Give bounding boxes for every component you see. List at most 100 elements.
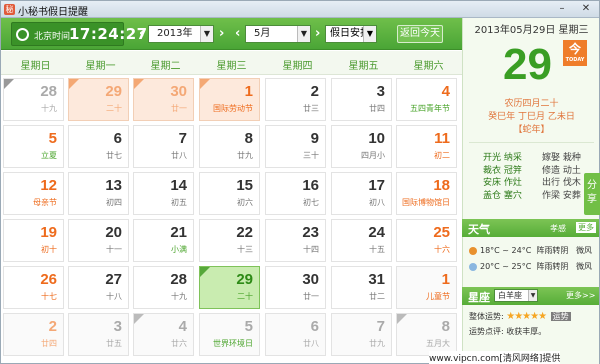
day-number: 28	[40, 83, 57, 100]
day-number: 2	[48, 318, 57, 335]
day-number: 2	[310, 83, 319, 100]
clock-icon	[16, 28, 29, 41]
day-cell[interactable]: 4 廿六	[133, 313, 194, 356]
day-cell[interactable]: 25 十六	[396, 219, 457, 262]
chevron-down-icon: ▼	[200, 26, 213, 42]
day-cell[interactable]: 14 初五	[133, 172, 194, 215]
weather-city[interactable]: 孝感	[550, 223, 566, 234]
day-cell[interactable]: 10 四月小	[331, 125, 392, 168]
comment-row: 运势点评: 收获丰厚。	[469, 326, 546, 337]
day-cell[interactable]: 11 初二	[396, 125, 457, 168]
holiday-select[interactable]: 假日安排 ▼	[325, 25, 377, 43]
share-tab[interactable]: 分享	[584, 173, 600, 215]
app-icon: 秘	[4, 4, 15, 15]
chevron-down-icon: ▼	[528, 290, 537, 301]
lunar-label: 廿八	[303, 339, 319, 348]
day-cell[interactable]: 5 世界环境日	[199, 313, 260, 356]
chevron-down-icon: ▼	[363, 26, 376, 42]
day-cell[interactable]: 6 廿八	[265, 313, 326, 356]
day-number: 8	[441, 318, 450, 335]
day-cell[interactable]: 22 十三	[199, 219, 260, 262]
lunar-label: 初六	[237, 198, 253, 207]
day-cell[interactable]: 2 廿三	[265, 78, 326, 121]
weather-desc: 阵雨转阴	[536, 262, 569, 271]
day-cell[interactable]: 30 廿一	[265, 266, 326, 309]
lunar-label: 小满	[171, 245, 187, 254]
day-cell[interactable]: 30 廿一	[133, 78, 194, 121]
day-number: 1	[244, 83, 253, 100]
day-cell[interactable]: 5 立夏	[3, 125, 64, 168]
day-cell[interactable]: 21 小满	[133, 219, 194, 262]
day-cell[interactable]: 8 廿九	[199, 125, 260, 168]
day-cell[interactable]: 31 廿二	[331, 266, 392, 309]
lunar-label: 廿九	[369, 339, 385, 348]
year-select[interactable]: 2013年 ▼	[148, 25, 214, 43]
day-cell[interactable]: 8 五月大	[396, 313, 457, 356]
big-day-number: 29	[503, 40, 552, 89]
ganzhi-date: 癸巳年 丁巳月 乙未日	[488, 112, 575, 122]
day-cell[interactable]: 6 廿七	[68, 125, 129, 168]
day-cell[interactable]: 28 十九	[3, 78, 64, 121]
day-cell[interactable]: 7 廿八	[133, 125, 194, 168]
day-cell[interactable]: 29 二十	[68, 78, 129, 121]
day-cell[interactable]: 19 初十	[3, 219, 64, 262]
chevron-down-icon: ▼	[297, 26, 310, 42]
day-cell[interactable]: 2 廿四	[3, 313, 64, 356]
constellation-header: 星座 白羊座 ▼ 更多>>	[462, 287, 599, 305]
day-cell[interactable]: 24 十五	[331, 219, 392, 262]
day-cell[interactable]: 7 廿九	[331, 313, 392, 356]
day-cell[interactable]: 4 五四青年节	[396, 78, 457, 121]
back-to-today-button[interactable]: 返回今天	[397, 25, 443, 43]
day-cell[interactable]: 18 国际博物馆日	[396, 172, 457, 215]
day-cell[interactable]: 28 十九	[133, 266, 194, 309]
day-number: 15	[236, 177, 253, 194]
day-number: 12	[40, 177, 57, 194]
day-cell[interactable]: 3 廿四	[331, 78, 392, 121]
constellation-value: 白羊座	[498, 291, 522, 300]
selected-date-line: 2013年05月29日 星期三	[474, 25, 589, 36]
weekday-label: 星期三	[216, 61, 247, 72]
day-cell[interactable]: 29 二十	[199, 266, 260, 309]
lunar-label: 初七	[303, 198, 319, 207]
constellation-more-link[interactable]: 更多>>	[566, 290, 595, 301]
lunar-label: 立夏	[41, 151, 57, 160]
month-select[interactable]: 5月 ▼	[245, 25, 311, 43]
lunar-label: 廿四	[369, 104, 385, 113]
day-cell[interactable]: 16 初七	[265, 172, 326, 215]
day-cell[interactable]: 27 十八	[68, 266, 129, 309]
day-number: 28	[170, 271, 187, 288]
toolbar: 北京时间 17:24:27 ‹ 2013年 ▼ › ‹ 5月 ▼ › 假日安排 …	[1, 18, 462, 50]
next-year-button[interactable]: ›	[219, 27, 224, 41]
weekday-label: 星期一	[85, 61, 116, 72]
day-cell[interactable]: 9 三十	[265, 125, 326, 168]
day-cell[interactable]: 26 十七	[3, 266, 64, 309]
clock-time: 17:24:27	[69, 25, 148, 43]
auspicious-item: 安床 作灶	[483, 178, 522, 188]
lunar-label: 初八	[369, 198, 385, 207]
prev-month-button[interactable]: ‹	[235, 27, 240, 41]
day-cell[interactable]: 13 初四	[68, 172, 129, 215]
close-button[interactable]: ✕	[577, 2, 595, 16]
day-cell[interactable]: 3 廿五	[68, 313, 129, 356]
weather-title: 天气	[468, 223, 490, 236]
weather-row: 18°C ~ 24°C 阵雨转阴 微风	[469, 245, 592, 256]
constellation-select[interactable]: 白羊座 ▼	[494, 289, 538, 302]
lunar-label: 儿童节	[426, 292, 450, 301]
lunar-label: 十五	[369, 245, 385, 254]
day-cell[interactable]: 20 十一	[68, 219, 129, 262]
weather-row: 20°C ~ 25°C 阵雨转阴 微风	[469, 261, 592, 272]
next-month-button[interactable]: ›	[315, 27, 320, 41]
day-cell[interactable]: 12 母亲节	[3, 172, 64, 215]
weather-more-link[interactable]: 更多	[576, 222, 596, 233]
day-cell[interactable]: 1 国际劳动节	[199, 78, 260, 121]
app-window: 秘 小秘书假日提醒 – ✕ 北京时间 17:24:27 ‹ 2013年 ▼ › …	[0, 0, 600, 364]
prev-year-button[interactable]: ‹	[139, 27, 144, 41]
day-cell[interactable]: 1 儿童节	[396, 266, 457, 309]
minimize-button[interactable]: –	[553, 2, 571, 16]
day-cell[interactable]: 23 十四	[265, 219, 326, 262]
luck-label: 整体运势:	[469, 312, 504, 321]
lunar-label: 廿六	[171, 339, 187, 348]
day-cell[interactable]: 15 初六	[199, 172, 260, 215]
day-cell[interactable]: 17 初八	[331, 172, 392, 215]
lunar-label: 廿一	[303, 292, 319, 301]
